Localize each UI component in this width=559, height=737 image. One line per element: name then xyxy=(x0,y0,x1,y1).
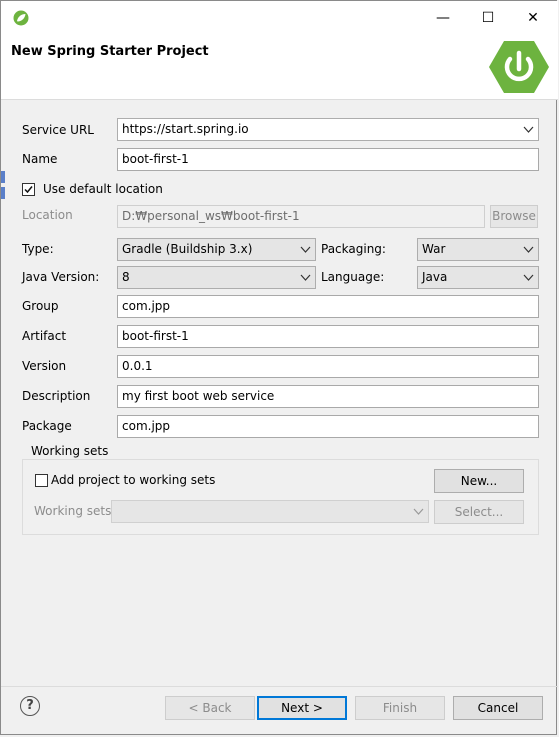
description-label: Description xyxy=(22,389,91,403)
name-input[interactable]: boot-first-1 xyxy=(117,148,539,171)
group-input[interactable]: com.jpp xyxy=(117,295,539,318)
next-button[interactable]: Next > xyxy=(257,696,347,720)
title-bar: — ☐ ✕ xyxy=(1,1,558,35)
language-label: Language: xyxy=(321,270,385,284)
spring-boot-logo-icon xyxy=(489,41,549,93)
location-label: Location xyxy=(22,208,73,222)
description-input[interactable]: my first boot web service xyxy=(117,385,539,408)
type-value: Gradle (Buildship 3.x) xyxy=(122,242,253,256)
dialog-window: — ☐ ✕ New Spring Starter Project Service… xyxy=(0,0,558,735)
use-default-location-checkbox[interactable] xyxy=(22,183,35,196)
page-title: New Spring Starter Project xyxy=(11,44,209,59)
service-url-label: Service URL xyxy=(22,123,94,137)
group-label: Group xyxy=(22,299,59,313)
package-input[interactable]: com.jpp xyxy=(117,415,539,438)
minimize-button[interactable]: — xyxy=(421,7,465,29)
chevron-down-icon xyxy=(300,274,311,281)
use-default-location-label: Use default location xyxy=(43,182,163,196)
version-input[interactable]: 0.0.1 xyxy=(117,355,539,378)
chevron-down-icon xyxy=(300,246,311,253)
background-window-fragment xyxy=(1,171,5,183)
checkmark-icon xyxy=(24,186,33,194)
packaging-label: Packaging: xyxy=(321,242,386,256)
service-url-combo[interactable]: https://start.spring.io xyxy=(117,118,539,141)
background-window-fragment xyxy=(1,187,5,199)
select-working-sets-button[interactable]: Select... xyxy=(434,500,524,524)
language-select[interactable]: Java xyxy=(417,266,539,289)
footer-divider xyxy=(1,686,558,687)
location-input[interactable]: D:₩personal_ws₩boot-first-1 xyxy=(117,205,485,228)
java-version-select[interactable]: 8 xyxy=(117,266,316,289)
working-sets-select[interactable] xyxy=(111,500,429,523)
java-version-label: Java Version: xyxy=(22,270,100,284)
artifact-label: Artifact xyxy=(22,329,67,343)
chevron-down-icon xyxy=(523,246,534,253)
wizard-header: New Spring Starter Project xyxy=(1,35,558,100)
version-label: Version xyxy=(22,359,67,373)
name-label: Name xyxy=(22,152,58,166)
close-button[interactable]: ✕ xyxy=(511,7,555,29)
cancel-button[interactable]: Cancel xyxy=(453,696,543,720)
packaging-value: War xyxy=(422,242,446,256)
new-working-set-button[interactable]: New... xyxy=(434,469,524,493)
finish-button[interactable]: Finish xyxy=(355,696,445,720)
type-label: Type: xyxy=(22,242,54,256)
maximize-button[interactable]: ☐ xyxy=(466,7,510,29)
language-value: Java xyxy=(422,270,448,284)
type-select[interactable]: Gradle (Buildship 3.x) xyxy=(117,238,316,261)
chevron-down-icon xyxy=(523,274,534,281)
chevron-down-icon xyxy=(523,126,534,133)
help-icon[interactable]: ? xyxy=(20,696,40,716)
spring-leaf-icon xyxy=(13,10,29,26)
add-to-working-sets-checkbox[interactable] xyxy=(35,474,48,487)
chevron-down-icon xyxy=(413,508,424,515)
java-version-value: 8 xyxy=(122,270,130,284)
back-button[interactable]: < Back xyxy=(165,696,255,720)
artifact-input[interactable]: boot-first-1 xyxy=(117,325,539,348)
working-sets-label: Working sets: xyxy=(34,504,116,518)
packaging-select[interactable]: War xyxy=(417,238,539,261)
package-label: Package xyxy=(22,419,72,433)
service-url-value: https://start.spring.io xyxy=(122,122,249,136)
browse-button[interactable]: Browse xyxy=(490,205,538,228)
working-sets-title: Working sets xyxy=(28,444,112,458)
add-to-working-sets-label: Add project to working sets xyxy=(51,473,216,487)
